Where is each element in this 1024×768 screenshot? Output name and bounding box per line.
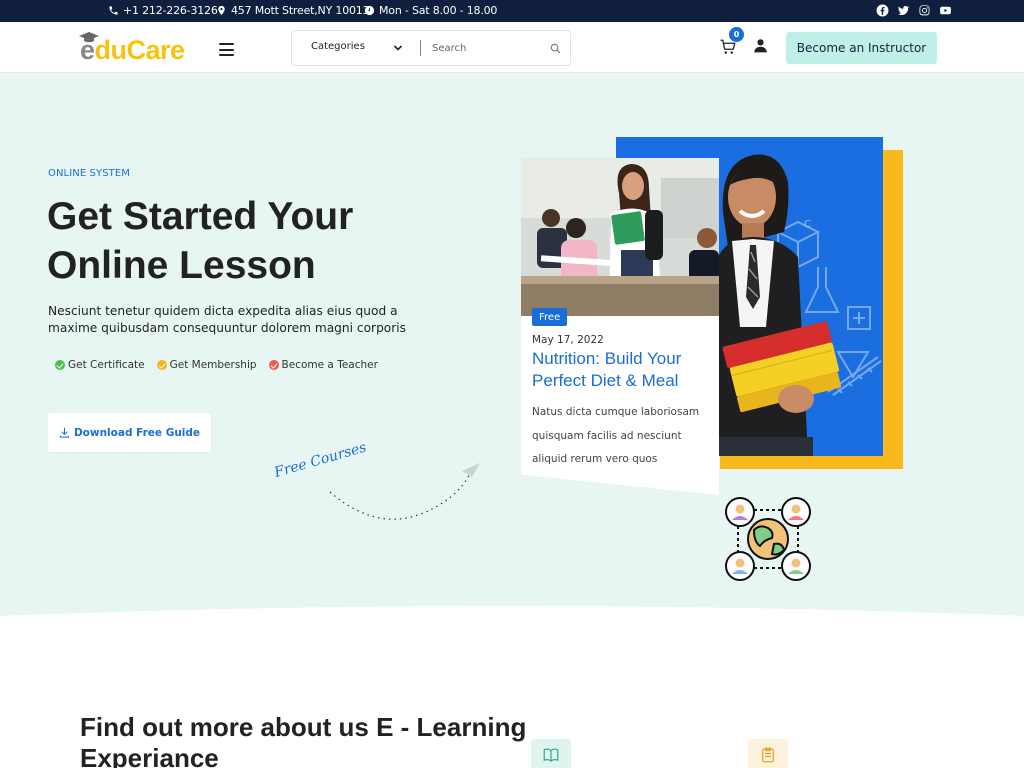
top-info-bar: +1 212-226-3126 457 Mott Street,NY 10013…: [0, 0, 1024, 22]
address-text: 457 Mott Street,NY 10013: [231, 4, 370, 17]
free-badge: Free: [532, 308, 568, 326]
course-excerpt: Natus dicta cumque laboriosam quisquam f…: [532, 406, 700, 465]
chevron-down-icon[interactable]: [393, 43, 403, 53]
classroom-photo: [521, 158, 719, 316]
category-search-bar: Categories: [291, 30, 571, 66]
feature-tile-certificate: [748, 739, 788, 768]
youtube-icon[interactable]: [939, 4, 952, 17]
hours-text: Mon - Sat 8.00 - 18.00: [379, 4, 498, 17]
check-icon: [156, 360, 167, 370]
search-icon[interactable]: [550, 43, 561, 54]
clipboard-icon: [762, 747, 774, 763]
about-section-title: Find out more about us E - Learning Expe…: [80, 712, 527, 768]
feature-become-teacher: Become a Teacher: [268, 359, 378, 371]
logo-e: e: [79, 32, 99, 66]
hero-title: Get Started Your Online Lesson: [47, 195, 354, 287]
become-instructor-button[interactable]: Become an Instructor: [786, 32, 937, 64]
check-icon: [55, 360, 65, 370]
divider: [420, 40, 421, 56]
student-hero-image: C: [718, 154, 882, 456]
main-navbar: e duCare Categories 0 Become an Instruct…: [0, 22, 1024, 73]
location-pin-icon: [218, 5, 225, 16]
feature-get-certificate: Get Certificate: [55, 359, 145, 371]
address-info: 457 Mott Street,NY 10013: [216, 4, 370, 17]
check-icon: [268, 360, 279, 370]
hero-eyebrow: ONLINE SYSTEM: [48, 168, 131, 179]
hero-bottom-curve: [0, 606, 1024, 664]
instagram-icon[interactable]: [918, 4, 931, 17]
search-input[interactable]: [432, 38, 542, 58]
community-network-icon: [725, 497, 811, 581]
cart-count-badge: 0: [729, 27, 744, 42]
hours-info: Mon - Sat 8.00 - 18.00: [364, 4, 497, 17]
hero-description: Nesciunt tenetur quidem dicta expedita a…: [48, 304, 407, 335]
phone-icon: [109, 6, 118, 15]
phone-text: +1 212-226-3126: [123, 4, 218, 17]
graduation-cap-icon: [79, 32, 99, 43]
feature-get-membership: Get Membership: [156, 359, 257, 371]
educare-logo[interactable]: e duCare: [79, 30, 186, 66]
social-links: [876, 4, 952, 17]
facebook-icon[interactable]: [876, 4, 889, 17]
user-account-icon[interactable]: [753, 38, 768, 53]
decor-yellow-bar: [883, 150, 903, 469]
twitter-icon[interactable]: [897, 4, 910, 17]
dotted-arrow-decoration: [329, 463, 480, 520]
clock-icon: [364, 5, 375, 16]
hero-features: Get Certificate Get Membership Become a …: [55, 359, 378, 371]
categories-dropdown[interactable]: Categories: [311, 41, 365, 52]
svg-text:C: C: [804, 219, 811, 230]
menu-toggle-icon[interactable]: [219, 43, 234, 56]
course-card[interactable]: Free May 17, 2022 Nutrition: Build Your …: [521, 158, 719, 495]
feature-tile-learning: [531, 739, 571, 768]
phone-info[interactable]: +1 212-226-3126: [108, 4, 218, 17]
download-guide-button[interactable]: Download Free Guide: [48, 413, 211, 452]
logo-text: duCare: [94, 35, 186, 65]
course-date: May 17, 2022: [532, 334, 604, 346]
book-icon: [543, 748, 559, 762]
course-title-link[interactable]: Nutrition: Build Your Perfect Diet & Mea…: [532, 348, 712, 392]
download-icon: [59, 427, 70, 438]
decor-yellow-bar-bottom: [720, 456, 903, 469]
